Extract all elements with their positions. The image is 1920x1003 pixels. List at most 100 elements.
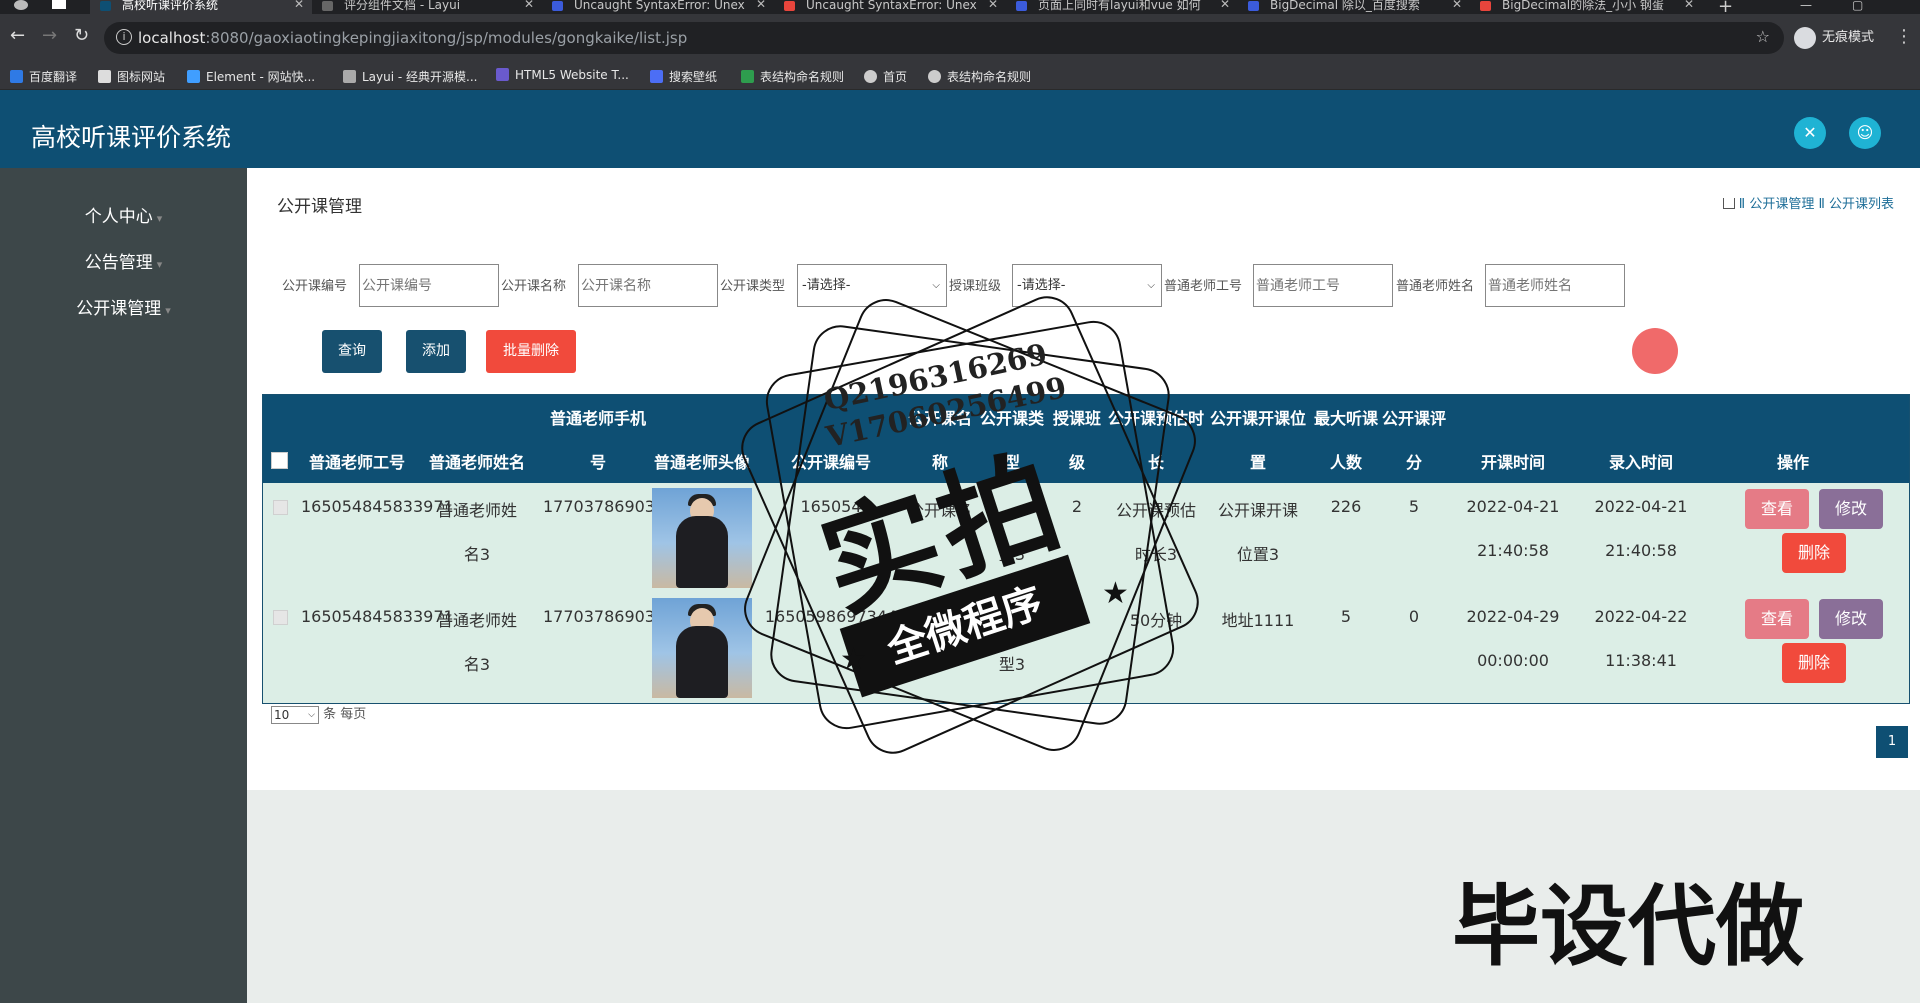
tab-favicon-icon xyxy=(322,1,333,11)
close-icon[interactable]: ✕ xyxy=(294,0,304,10)
cell-max-people: 226 xyxy=(1330,497,1362,516)
cell-score: 5 xyxy=(1408,497,1420,516)
bookmark-favicon-icon xyxy=(650,70,663,83)
cell-location: 地址1111 xyxy=(1221,611,1295,630)
bookmark-item[interactable]: HTML5 Website T... xyxy=(496,68,629,82)
teacher-id-input[interactable] xyxy=(1253,264,1393,307)
incognito-indicator[interactable]: 无痕模式 xyxy=(1794,24,1874,52)
page-title: 公开课管理 xyxy=(277,197,362,217)
url-text: localhost:8080/gaoxiaotingkepingjiaxiton… xyxy=(138,29,687,47)
reload-icon[interactable]: ↻ xyxy=(74,26,89,46)
fullscreen-icon[interactable]: ✕ xyxy=(1794,117,1826,149)
watermark-stamp: Q2196316269 V17060256499 实拍 全微程序 ★ ★ xyxy=(732,287,1208,763)
cell-teacher-name: 普通老师姓 xyxy=(436,611,517,630)
query-button[interactable]: 查询 xyxy=(322,330,382,373)
bookmark-favicon-icon xyxy=(187,70,200,83)
delete-button[interactable]: 删除 xyxy=(1782,533,1846,573)
close-icon[interactable]: ✕ xyxy=(756,0,766,10)
maximize-icon[interactable]: ▢ xyxy=(1852,0,1863,12)
browser-tab[interactable]: Uncaught SyntaxError: Unex ✕ xyxy=(542,0,774,14)
close-icon[interactable]: ✕ xyxy=(1220,0,1230,10)
tab-favicon-icon xyxy=(1016,1,1027,11)
column-header: 录入时间 xyxy=(1608,453,1673,472)
browser-tab[interactable]: BigDecimal 除以_百度搜索 ✕ xyxy=(1238,0,1470,14)
edit-button[interactable]: 修改 xyxy=(1819,489,1883,529)
bookmark-favicon-icon xyxy=(343,70,356,83)
bookmark-favicon-icon xyxy=(10,70,23,83)
cell-teacher-id: 165054845833971 xyxy=(301,607,454,626)
close-icon[interactable]: ✕ xyxy=(1452,0,1462,10)
site-info-icon[interactable]: i xyxy=(116,29,132,45)
sidebar-item-open-course[interactable]: 公开课管理 ▾ xyxy=(0,294,247,319)
page-size-select[interactable]: 10 ⌵ xyxy=(271,705,319,724)
teacher-name-input[interactable] xyxy=(1485,264,1625,307)
course-name-input[interactable] xyxy=(578,264,718,307)
edit-button[interactable]: 修改 xyxy=(1819,599,1883,639)
bookmark-item[interactable]: 表结构命名规则 xyxy=(741,68,844,85)
row-checkbox[interactable] xyxy=(273,610,288,625)
close-icon[interactable]: ✕ xyxy=(988,0,998,10)
sidebar-item-personal-center[interactable]: 个人中心 ▾ xyxy=(0,202,247,227)
chevron-down-icon: ▾ xyxy=(165,304,171,317)
bookmark-label: 表结构命名规则 xyxy=(947,70,1032,84)
bookmark-label: Layui - 经典开源模... xyxy=(362,70,478,84)
delete-button[interactable]: 删除 xyxy=(1782,643,1846,683)
user-icon[interactable]: ☺ xyxy=(1849,117,1881,149)
breadcrumb-text[interactable]: Ⅱ 公开课管理 Ⅱ 公开课列表 xyxy=(1739,197,1894,212)
close-icon[interactable]: ✕ xyxy=(524,0,534,10)
column-header: 开课时间 xyxy=(1480,453,1545,472)
browser-tab[interactable]: 高校听课评价系统 ✕ xyxy=(90,0,312,14)
select-all-checkbox[interactable] xyxy=(271,452,288,469)
minimize-icon[interactable]: — xyxy=(1800,0,1812,12)
browser-tab[interactable]: BigDecimal的除法_小小 钢蛋 ✕ xyxy=(1470,0,1702,14)
course-id-input[interactable] xyxy=(359,264,499,307)
url-input[interactable]: i localhost:8080/gaoxiaotingkepingjiaxit… xyxy=(104,22,1784,54)
tab-title: BigDecimal 除以_百度搜索 xyxy=(1270,0,1420,12)
tab-favicon-icon xyxy=(784,1,795,11)
browser-logo-icon xyxy=(14,0,28,10)
bookmark-label: 图标网站 xyxy=(117,70,166,84)
bookmark-item[interactable]: Layui - 经典开源模... xyxy=(343,68,477,85)
browser-tab[interactable]: 页面上同时有layui和vue 如何 ✕ xyxy=(1006,0,1238,14)
forward-icon[interactable]: → xyxy=(42,26,57,46)
incognito-icon xyxy=(1794,26,1816,49)
back-icon[interactable]: ← xyxy=(10,26,25,46)
browser-tab[interactable]: Uncaught SyntaxError: Unex ✕ xyxy=(774,0,1006,14)
cell-phone: 17703786903 xyxy=(543,497,655,516)
close-icon[interactable]: ✕ xyxy=(1684,0,1694,10)
cell-location: 公开课开课 xyxy=(1217,501,1298,520)
bookmark-item[interactable]: 搜索壁纸 xyxy=(650,68,717,85)
view-button[interactable]: 查看 xyxy=(1745,489,1809,529)
batch-delete-button[interactable]: 批量删除 xyxy=(486,330,576,373)
row-checkbox[interactable] xyxy=(273,500,288,515)
view-button[interactable]: 查看 xyxy=(1745,599,1809,639)
browser-menu-icon[interactable]: ⋮ xyxy=(1895,26,1913,47)
cell-teacher-id: 165054845833971 xyxy=(301,497,454,516)
bookmark-item[interactable]: 百度翻译 xyxy=(10,68,77,85)
tab-title: Uncaught SyntaxError: Unex xyxy=(806,0,977,12)
cell-start-date: 2022-04-29 xyxy=(1466,607,1560,626)
home-icon[interactable] xyxy=(1722,198,1735,209)
app-title: 高校听课评价系统 xyxy=(31,123,232,152)
new-tab-icon[interactable]: + xyxy=(1718,0,1733,14)
bookmark-item[interactable]: 表结构命名规则 xyxy=(928,68,1031,85)
avatar-body xyxy=(676,516,728,588)
page-size-control: 10 ⌵ 条 每页 xyxy=(271,703,366,724)
tab-title: Uncaught SyntaxError: Unex xyxy=(574,0,745,12)
cell-entry-date: 2022-04-22 xyxy=(1594,607,1688,626)
app-header: 高校听课评价系统 ✕ ☺ xyxy=(0,90,1920,168)
incognito-label: 无痕模式 xyxy=(1822,30,1875,45)
bookmark-star-icon[interactable]: ☆ xyxy=(1756,27,1770,46)
bookmark-item[interactable]: 首页 xyxy=(864,68,907,85)
bookmark-item[interactable]: 图标网站 xyxy=(98,68,165,85)
sidebar-item-notice[interactable]: 公告管理 ▾ xyxy=(0,248,247,273)
bookmark-item[interactable]: Element - 网站快... xyxy=(187,68,315,85)
browser-tab[interactable]: 评分组件文档 - Layui ✕ xyxy=(312,0,542,14)
cell-start-time: 00:00:00 xyxy=(1477,651,1549,670)
bookmark-label: 百度翻译 xyxy=(29,70,78,84)
bookmark-label: 搜索壁纸 xyxy=(669,70,718,84)
address-bar-row: ← → ↻ i localhost:8080/gaoxiaotingkeping… xyxy=(0,14,1920,62)
page-number-button[interactable]: 1 xyxy=(1876,726,1908,758)
add-button[interactable]: 添加 xyxy=(406,330,466,373)
column-header: 公开课开课位 xyxy=(1209,409,1306,428)
